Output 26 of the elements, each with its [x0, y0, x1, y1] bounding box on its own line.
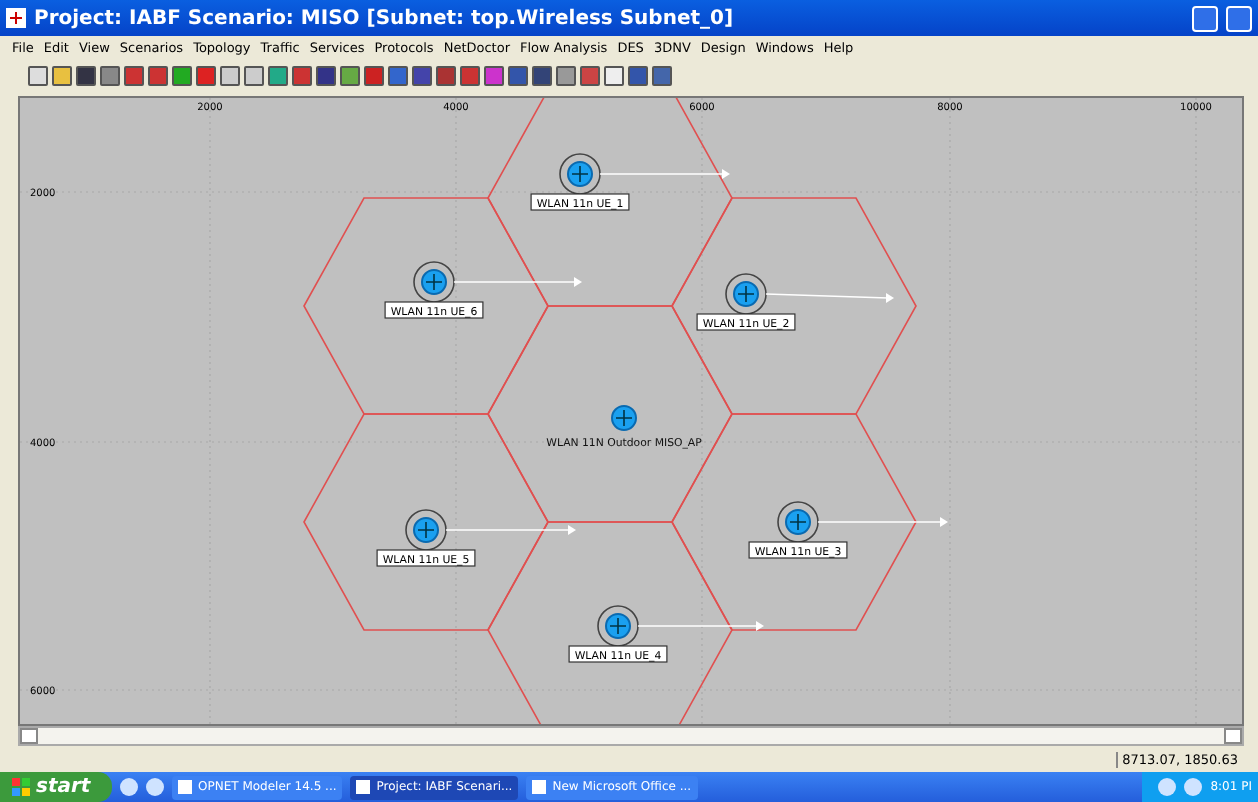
router-icon[interactable]	[421, 269, 447, 295]
range-ring	[413, 261, 455, 303]
app-icon	[6, 8, 26, 28]
trajectory-arrow	[453, 277, 582, 287]
trajectory-arrow	[599, 169, 730, 179]
trajectory-arrow	[637, 621, 764, 631]
start-button[interactable]: start	[0, 772, 112, 802]
range-ring	[777, 501, 819, 543]
router-icon[interactable]	[605, 613, 631, 639]
flag-icon	[12, 778, 30, 796]
router-icon[interactable]	[733, 281, 759, 307]
router-icon[interactable]	[567, 161, 593, 187]
range-ring	[405, 509, 447, 551]
router-icon[interactable]	[611, 405, 637, 431]
maximize-button[interactable]	[1226, 5, 1252, 31]
minimize-button[interactable]	[1192, 5, 1218, 31]
range-ring	[559, 153, 601, 195]
window-title: Project: IABF Scenario: MISO [Subnet: top.Wireless Subnet_0]	[34, 7, 736, 29]
router-icon[interactable]	[785, 509, 811, 535]
range-ring	[725, 273, 767, 315]
router-icon[interactable]	[413, 517, 439, 543]
horizontal-scrollbar[interactable]	[18, 726, 1244, 746]
range-ring	[597, 605, 639, 647]
trajectory-arrow	[445, 525, 576, 535]
trajectory-arrow	[765, 293, 894, 303]
trajectory-arrow	[817, 517, 948, 527]
